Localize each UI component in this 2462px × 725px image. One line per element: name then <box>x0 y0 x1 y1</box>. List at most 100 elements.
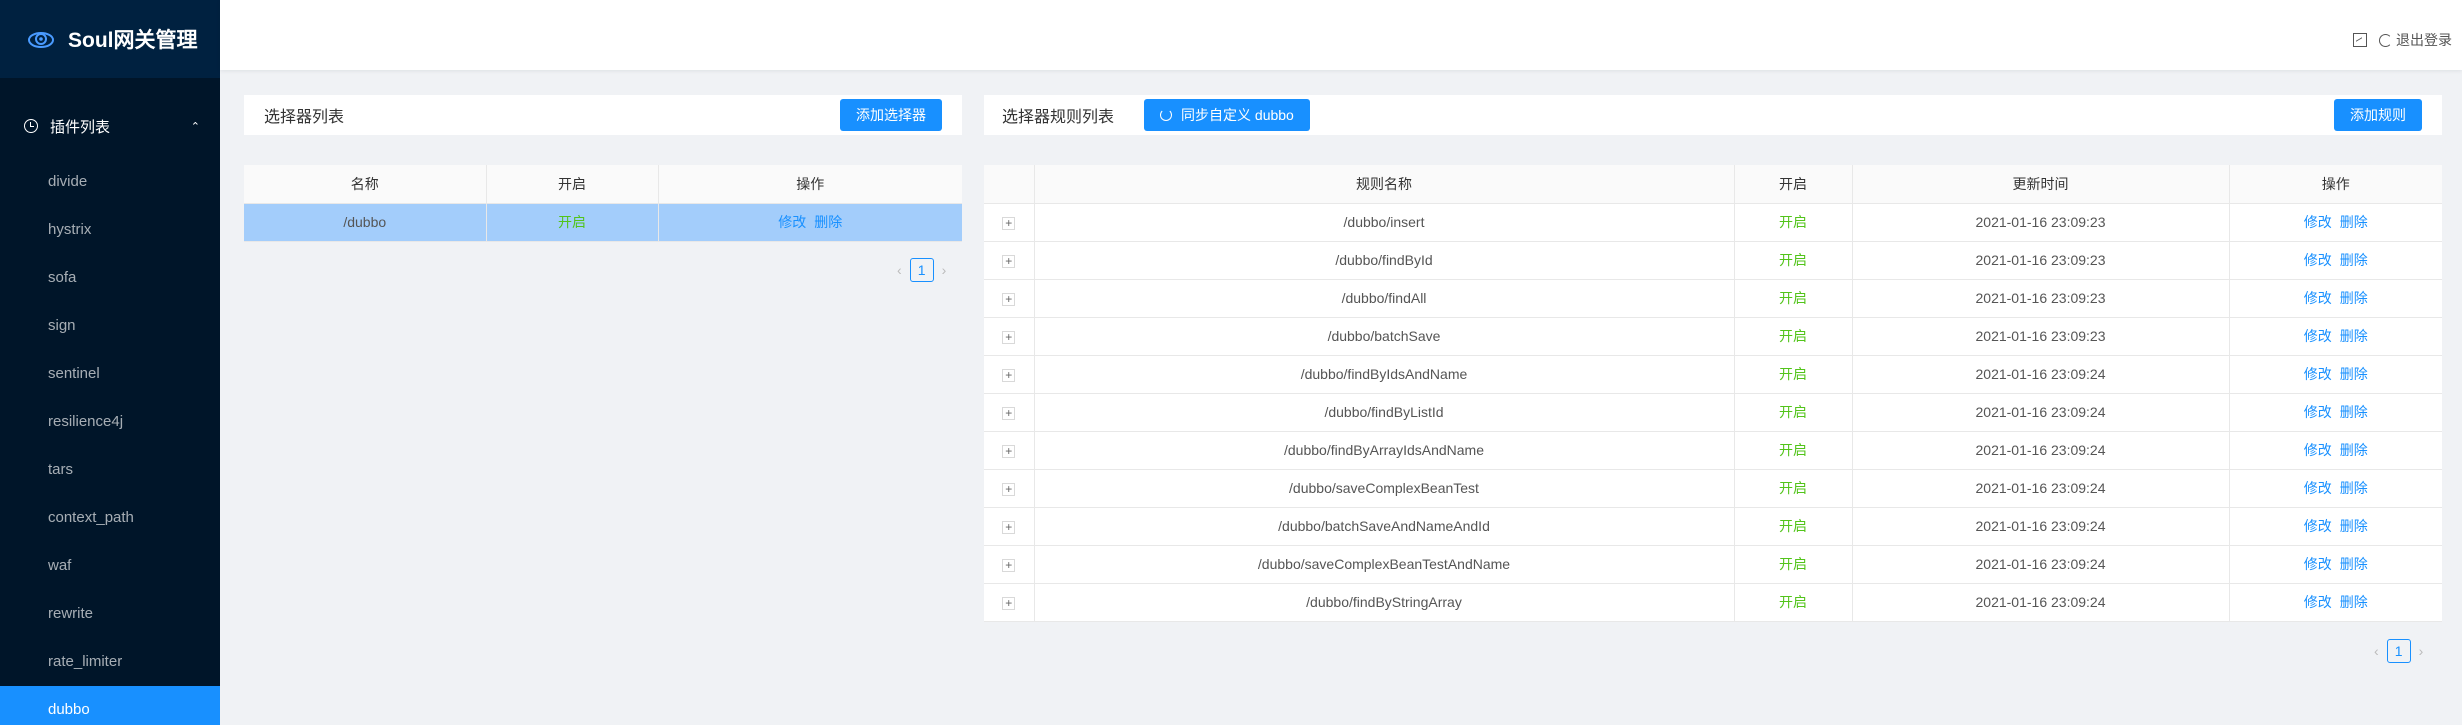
delete-link[interactable]: 删除 <box>2340 290 2368 306</box>
edit-link[interactable]: 修改 <box>2304 594 2332 610</box>
rule-actions: 修改 删除 <box>2229 393 2442 432</box>
delete-link[interactable]: 删除 <box>2340 480 2368 496</box>
expand-cell: + <box>984 203 1035 242</box>
rule-status: 开启 <box>1734 279 1853 318</box>
sidebar-item-sign[interactable]: sign <box>0 302 220 350</box>
edit-link[interactable]: 修改 <box>2304 442 2332 458</box>
page-1-button[interactable]: 1 <box>2386 639 2411 663</box>
delete-link[interactable]: 删除 <box>2340 556 2368 572</box>
rule-status: 开启 <box>1734 241 1853 280</box>
edit-link[interactable]: 修改 <box>2304 214 2332 230</box>
logout-link[interactable]: 退出登录 <box>2396 30 2452 50</box>
rule-update-time: 2021-01-16 23:09:24 <box>1852 393 2230 432</box>
rule-status: 开启 <box>1734 507 1853 546</box>
rule-row: + /dubbo/saveComplexBeanTest 开启 2021-01-16 … <box>984 469 2442 508</box>
delete-link[interactable]: 删除 <box>2340 594 2368 610</box>
delete-link[interactable]: 删除 <box>814 214 842 230</box>
sidebar-item-hystrix[interactable]: hystrix <box>0 206 220 254</box>
rule-update-time: 2021-01-16 23:09:24 <box>1852 583 2230 622</box>
edit-link[interactable]: 修改 <box>2304 252 2332 268</box>
delete-link[interactable]: 删除 <box>2340 518 2368 534</box>
add-selector-button[interactable]: 添加选择器 <box>840 99 942 131</box>
prev-page-icon[interactable]: ‹ <box>897 262 902 278</box>
sidebar-item-resilience4j[interactable]: resilience4j <box>0 398 220 446</box>
rule-pagination: ‹ 1 › <box>2374 639 2423 663</box>
rule-status: 开启 <box>1734 317 1853 356</box>
rule-actions: 修改 删除 <box>2229 355 2442 394</box>
expand-row-icon[interactable]: + <box>1002 331 1016 344</box>
rule-row: +/dubbo/findAll 开启 2021-01-16 23:09:23 修改 删除 <box>984 279 2442 318</box>
expand-row-icon[interactable]: + <box>1002 407 1016 420</box>
rule-actions: 修改 删除 <box>2229 241 2442 280</box>
expand-row-icon[interactable]: + <box>1002 369 1016 382</box>
sidebar-item-tars[interactable]: tars <box>0 446 220 494</box>
edit-link[interactable]: 修改 <box>778 214 806 230</box>
edit-link[interactable]: 修改 <box>2304 366 2332 382</box>
rule-row: + /dubbo/findByIdsAndName 开启 2021-01-16 23:… <box>984 355 2442 394</box>
rule-status: 开启 <box>1734 469 1853 508</box>
edit-link[interactable]: 修改 <box>2304 290 2332 306</box>
rule-panel-header: 选择器规则列表 同步自定义 dubbo 添加规则 <box>984 95 2442 135</box>
expand-row-icon[interactable]: + <box>1002 255 1016 268</box>
selector-column-header: 名称 <box>244 165 487 204</box>
sync-dubbo-button[interactable]: 同步自定义 dubbo <box>1144 99 1310 131</box>
selector-pagination: ‹ 1 › <box>897 258 946 282</box>
selector-column-header: 开启 <box>486 165 659 204</box>
next-page-icon[interactable]: › <box>942 262 947 278</box>
rule-actions: 修改 删除 <box>2229 469 2442 508</box>
delete-link[interactable]: 删除 <box>2340 366 2368 382</box>
expand-cell: + <box>984 317 1035 356</box>
page-1-button[interactable]: 1 <box>909 258 934 282</box>
edit-link[interactable]: 修改 <box>2304 518 2332 534</box>
image-icon[interactable] <box>2353 33 2367 47</box>
edit-link[interactable]: 修改 <box>2304 556 2332 572</box>
expand-row-icon[interactable]: + <box>1002 597 1016 610</box>
rule-name: /dubbo/batchSave <box>1034 317 1735 356</box>
rule-column-header: 操作 <box>2229 165 2442 204</box>
rule-actions: 修改 删除 <box>2229 431 2442 470</box>
rule-name: /dubbo/insert <box>1034 203 1735 242</box>
rule-update-time: 2021-01-16 23:09:23 <box>1852 203 2230 242</box>
app-title: Soul网关管理 <box>68 29 198 52</box>
edit-link[interactable]: 修改 <box>2304 480 2332 496</box>
delete-link[interactable]: 删除 <box>2340 404 2368 420</box>
sidebar-item-rate_limiter[interactable]: rate_limiter <box>0 638 220 686</box>
logo[interactable]: Soul网关管理 <box>0 0 220 78</box>
sidebar-item-context_path[interactable]: context_path <box>0 494 220 542</box>
sidebar-item-sentinel[interactable]: sentinel <box>0 350 220 398</box>
expand-row-icon[interactable]: + <box>1002 559 1016 572</box>
plugin-list-toggle[interactable]: 插件列表 ⌃ <box>0 94 220 158</box>
delete-link[interactable]: 删除 <box>2340 442 2368 458</box>
next-page-icon[interactable]: › <box>2419 643 2424 659</box>
expand-cell: + <box>984 241 1035 280</box>
expand-cell: + <box>984 507 1035 546</box>
rule-actions: 修改 删除 <box>2229 279 2442 318</box>
sidebar: Soul网关管理 插件列表 ⌃ divide hystrix sofa sign sen… <box>0 0 220 725</box>
sidebar-item-sofa[interactable]: sofa <box>0 254 220 302</box>
rule-update-time: 2021-01-16 23:09:24 <box>1852 507 2230 546</box>
expand-row-icon[interactable]: + <box>1002 445 1016 458</box>
delete-link[interactable]: 删除 <box>2340 252 2368 268</box>
delete-link[interactable]: 删除 <box>2340 214 2368 230</box>
delete-link[interactable]: 删除 <box>2340 328 2368 344</box>
sidebar-item-dubbo[interactable]: dubbo <box>0 686 220 725</box>
sidebar-item-waf[interactable]: waf <box>0 542 220 590</box>
selector-row[interactable]: /dubbo 开启 修改 删除 <box>244 203 962 242</box>
rule-row: + /dubbo/findByArrayIdsAndName 开启 2021-01-1… <box>984 431 2442 470</box>
rule-name: /dubbo/batchSaveAndNameAndId <box>1034 507 1735 546</box>
edit-link[interactable]: 修改 <box>2304 404 2332 420</box>
rule-row: + /dubbo/batchSaveAndNameAndId 开启 2021-01-1… <box>984 507 2442 546</box>
sidebar-item-rewrite[interactable]: rewrite <box>0 590 220 638</box>
edit-link[interactable]: 修改 <box>2304 328 2332 344</box>
expand-row-icon[interactable]: + <box>1002 483 1016 496</box>
selector-name: /dubbo <box>244 203 487 242</box>
expand-row-icon[interactable]: + <box>1002 217 1016 230</box>
prev-page-icon[interactable]: ‹ <box>2374 643 2379 659</box>
expand-row-icon[interactable]: + <box>1002 293 1016 306</box>
sidebar-item-divide[interactable]: divide <box>0 158 220 206</box>
rule-update-time: 2021-01-16 23:09:24 <box>1852 469 2230 508</box>
rule-panel-title: 选择器规则列表 <box>1002 109 1115 126</box>
rule-status: 开启 <box>1734 431 1853 470</box>
add-rule-button[interactable]: 添加规则 <box>2334 99 2422 131</box>
expand-row-icon[interactable]: + <box>1002 521 1016 534</box>
